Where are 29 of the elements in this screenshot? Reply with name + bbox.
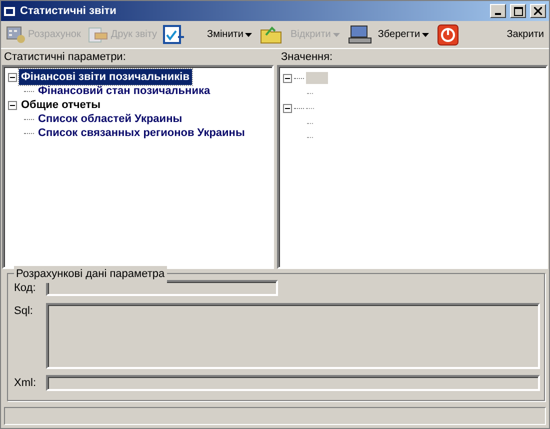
collapse-icon[interactable]	[282, 104, 292, 112]
window-icon	[4, 6, 16, 16]
collapse-icon[interactable]	[8, 100, 17, 110]
tree-item[interactable]: Общие отчеты	[19, 96, 103, 114]
minimize-button[interactable]	[490, 4, 506, 18]
maximize-button[interactable]	[510, 4, 526, 18]
close-icon	[534, 7, 542, 15]
field-label: Sql:	[13, 304, 34, 318]
tree-node[interactable]	[306, 72, 328, 84]
collapse-icon[interactable]	[8, 72, 17, 82]
window-title: Статистичні звіти	[20, 4, 118, 19]
tree-item[interactable]: Список связанных регионов Украины	[36, 124, 247, 142]
collapse-icon[interactable]	[282, 74, 292, 82]
caret-icon	[332, 32, 340, 36]
panel-label: Статистичні параметри:	[3, 50, 127, 64]
caret-icon	[245, 32, 252, 36]
field-label: Код:	[13, 281, 37, 296]
group-title: Розрахункові дані параметра	[14, 266, 167, 282]
tree-item[interactable]: Фінансові звіти позичальників	[19, 68, 192, 86]
caret-icon	[422, 32, 430, 36]
tree-item[interactable]: Фінансовий стан позичальника	[36, 82, 212, 100]
dropdown-button[interactable]: Зберегти	[374, 25, 432, 44]
close-button[interactable]: Закрити	[504, 25, 547, 44]
tree-item[interactable]: Список областей Украины	[36, 110, 184, 128]
close-button[interactable]	[530, 4, 546, 18]
maximize-icon	[514, 6, 522, 16]
panel-label: Значення:	[280, 50, 333, 64]
dropdown-button[interactable]: Змінити	[204, 25, 256, 44]
field-label: Xml:	[13, 376, 37, 390]
